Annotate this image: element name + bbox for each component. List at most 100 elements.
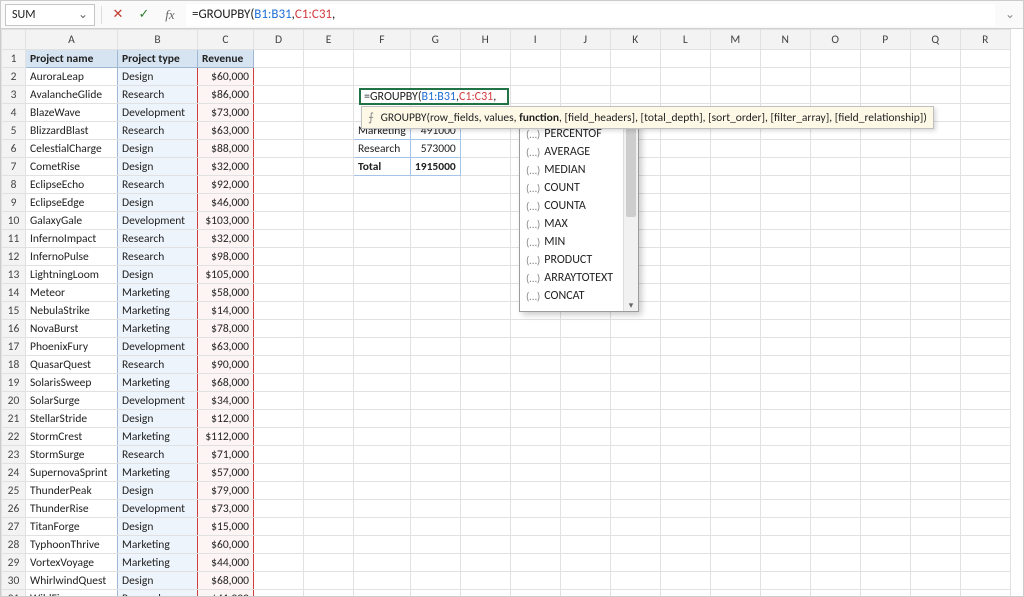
cell[interactable] [254, 284, 304, 302]
cell[interactable] [660, 140, 710, 158]
cell[interactable] [354, 338, 411, 356]
project-name-cell[interactable]: WhirlwindQuest [26, 572, 118, 590]
cell[interactable] [460, 410, 510, 428]
row-header-28[interactable]: 28 [2, 536, 26, 554]
cell[interactable] [354, 518, 411, 536]
cell[interactable] [304, 68, 354, 86]
cell[interactable] [410, 194, 460, 212]
cell[interactable] [410, 212, 460, 230]
cell[interactable] [760, 536, 810, 554]
row-header-7[interactable]: 7 [2, 158, 26, 176]
cell[interactable] [860, 320, 910, 338]
column-header-L[interactable]: L [660, 30, 710, 50]
name-box[interactable]: SUM ⌄ [5, 4, 95, 26]
revenue-cell[interactable]: $73,000 [198, 104, 254, 122]
cell[interactable] [810, 374, 860, 392]
cell[interactable] [960, 500, 1010, 518]
cell[interactable] [710, 356, 760, 374]
cell[interactable] [354, 248, 411, 266]
cell[interactable] [910, 194, 960, 212]
cell[interactable] [354, 230, 411, 248]
scrollbar-thumb[interactable] [626, 127, 636, 217]
project-type-cell[interactable]: Research [118, 446, 198, 464]
revenue-cell[interactable]: $79,000 [198, 482, 254, 500]
cell[interactable] [810, 50, 860, 68]
cell[interactable] [560, 392, 610, 410]
cell[interactable] [410, 554, 460, 572]
select-all-corner[interactable] [2, 30, 26, 50]
accept-formula-button[interactable]: ✓ [134, 5, 154, 25]
formula-input[interactable]: =GROUPBY(B1:B31,C1:C31, [186, 4, 995, 26]
cell[interactable] [460, 284, 510, 302]
cell[interactable] [860, 572, 910, 590]
cell[interactable] [710, 86, 760, 104]
cell[interactable] [660, 446, 710, 464]
revenue-cell[interactable]: $32,000 [198, 158, 254, 176]
cell[interactable] [460, 482, 510, 500]
cell[interactable] [460, 446, 510, 464]
cell[interactable] [910, 392, 960, 410]
row-header-19[interactable]: 19 [2, 374, 26, 392]
cell[interactable] [254, 302, 304, 320]
cell[interactable] [354, 410, 411, 428]
cell[interactable] [610, 50, 660, 68]
row-header-21[interactable]: 21 [2, 410, 26, 428]
cell[interactable] [560, 554, 610, 572]
cell[interactable] [560, 428, 610, 446]
cell[interactable] [410, 248, 460, 266]
revenue-cell[interactable]: $60,000 [198, 68, 254, 86]
revenue-cell[interactable]: $14,000 [198, 302, 254, 320]
revenue-cell[interactable]: $60,000 [198, 536, 254, 554]
cell[interactable] [610, 572, 660, 590]
cell[interactable] [610, 518, 660, 536]
spill-value-cell[interactable]: 573000 [410, 140, 460, 158]
cell[interactable] [254, 374, 304, 392]
cell[interactable] [610, 482, 660, 500]
cell[interactable] [860, 446, 910, 464]
column-header-J[interactable]: J [560, 30, 610, 50]
project-type-cell[interactable]: Marketing [118, 464, 198, 482]
cell[interactable] [960, 86, 1010, 104]
cell[interactable] [710, 500, 760, 518]
cell[interactable] [610, 428, 660, 446]
cell[interactable] [760, 482, 810, 500]
cell[interactable] [560, 374, 610, 392]
cell[interactable] [560, 482, 610, 500]
project-type-cell[interactable]: Development [118, 500, 198, 518]
cell[interactable] [354, 446, 411, 464]
cell[interactable] [660, 212, 710, 230]
insert-function-button[interactable]: fx [160, 5, 180, 25]
cell[interactable] [354, 194, 411, 212]
cell[interactable] [510, 320, 560, 338]
cell[interactable] [760, 320, 810, 338]
row-header-22[interactable]: 22 [2, 428, 26, 446]
cell[interactable] [254, 104, 304, 122]
cell[interactable] [510, 374, 560, 392]
cell[interactable] [460, 554, 510, 572]
cell[interactable] [460, 176, 510, 194]
cell[interactable] [660, 176, 710, 194]
project-name-cell[interactable]: AvalancheGlide [26, 86, 118, 104]
cell[interactable] [510, 482, 560, 500]
column-header-H[interactable]: H [460, 30, 510, 50]
project-name-cell[interactable]: QuasarQuest [26, 356, 118, 374]
cell[interactable] [610, 446, 660, 464]
cell[interactable] [660, 590, 710, 597]
project-type-cell[interactable]: Design [118, 140, 198, 158]
project-type-cell[interactable]: Design [118, 572, 198, 590]
cell[interactable] [460, 230, 510, 248]
revenue-cell[interactable]: $88,000 [198, 140, 254, 158]
cell[interactable] [760, 518, 810, 536]
cell[interactable] [510, 86, 560, 104]
cell[interactable] [760, 500, 810, 518]
cell[interactable] [254, 356, 304, 374]
cell[interactable] [560, 50, 610, 68]
cell[interactable] [410, 392, 460, 410]
cell[interactable] [304, 320, 354, 338]
cell[interactable] [860, 356, 910, 374]
cell[interactable] [254, 68, 304, 86]
cell[interactable] [710, 212, 760, 230]
cell[interactable] [910, 374, 960, 392]
row-header-29[interactable]: 29 [2, 554, 26, 572]
cell[interactable] [710, 572, 760, 590]
